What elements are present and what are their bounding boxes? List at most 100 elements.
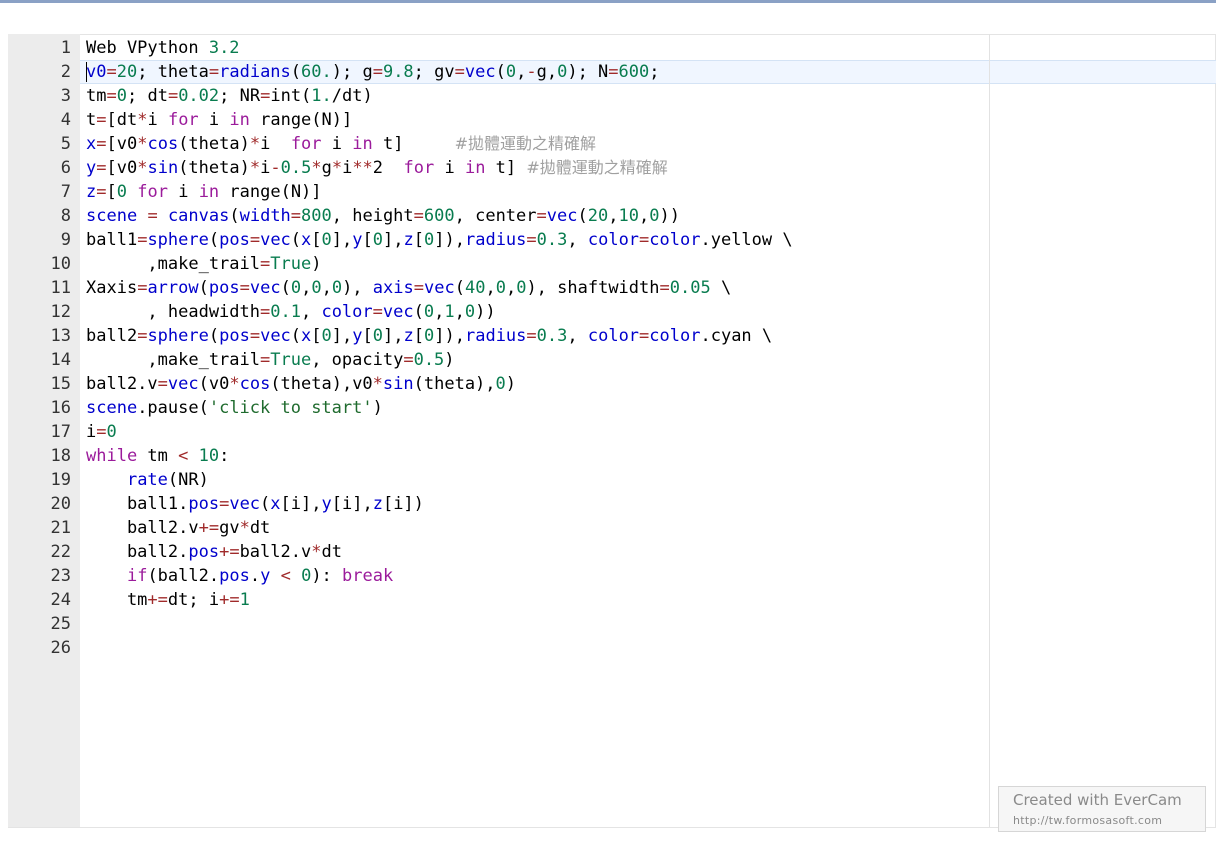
code-token: ,	[321, 278, 332, 298]
code-token: axis	[372, 278, 414, 298]
code-token: =	[608, 62, 619, 82]
code-token: v0	[86, 62, 107, 82]
code-token: ))	[475, 302, 496, 322]
code-token: (theta)	[178, 134, 250, 154]
code-token: scene	[86, 398, 138, 418]
code-token: +=	[219, 542, 240, 562]
code-token: 'click to start'	[208, 398, 373, 418]
code-token: (theta),v0	[270, 374, 373, 394]
code-token: )	[372, 398, 383, 418]
code-token: True	[270, 254, 312, 274]
code-token: color	[587, 326, 640, 346]
code-token: (	[280, 278, 291, 298]
code-line[interactable]: tm=0; dt=0.02; NR=int(1./dt)	[86, 84, 373, 108]
code-token: =	[208, 62, 220, 82]
code-token: x	[86, 134, 97, 154]
code-token: for	[403, 158, 435, 178]
code-token: 10	[618, 206, 639, 226]
code-line[interactable]: scene.pause('click to start')	[86, 396, 383, 420]
code-line[interactable]: if(ball2.pos.y < 0): break	[86, 564, 393, 588]
code-token: [i],	[331, 494, 373, 514]
code-line[interactable]: ball2=sphere(pos=vec(x[0],y[0],z[0]),rad…	[86, 324, 772, 348]
code-line[interactable]: v0=20; theta=radians(60.); g=9.8; gv=vec…	[86, 60, 660, 84]
code-line[interactable]: y=[v0*sin(theta)*i-0.5*g*i**2 for i in t…	[86, 156, 668, 180]
code-line[interactable]: z=[0 for i in range(N)]	[86, 180, 322, 204]
code-token: in	[464, 158, 486, 178]
code-line[interactable]: t=[dt*i for i in range(N)]	[86, 108, 352, 132]
code-token: 0	[331, 278, 343, 298]
code-token: 60.	[301, 62, 332, 82]
code-line[interactable]: ball2.v=vec(v0*cos(theta),v0*sin(theta),…	[86, 372, 516, 396]
code-line[interactable]: rate(NR)	[86, 468, 209, 492]
code-token: ,	[434, 302, 445, 322]
code-token: 20	[116, 62, 138, 82]
code-token: ,	[516, 62, 527, 82]
line-number: 5	[60, 134, 71, 154]
code-token: 0	[311, 278, 322, 298]
code-token: scene	[86, 206, 138, 226]
code-token: while	[86, 446, 138, 466]
code-token: 9.8	[382, 62, 414, 82]
code-line[interactable]: while tm < 10:	[86, 444, 229, 468]
code-token: dt	[249, 518, 271, 538]
code-line[interactable]: scene = canvas(width=800, height=600, ce…	[86, 204, 680, 228]
code-token: t	[86, 110, 97, 130]
code-line[interactable]: ball1=sphere(pos=vec(x[0],y[0],z[0]),rad…	[86, 228, 793, 252]
code-token: , height	[331, 206, 414, 226]
code-token: sphere	[147, 326, 209, 346]
code-token: 0	[301, 566, 312, 586]
code-token: ],	[331, 230, 353, 250]
code-token: g,	[536, 62, 558, 82]
code-line[interactable]: tm+=dt; i+=1	[86, 588, 250, 612]
code-token: =	[147, 206, 158, 226]
code-line[interactable]: ball1.pos=vec(x[i],y[i],z[i])	[86, 492, 424, 516]
code-token: i	[86, 422, 97, 442]
code-token: ,	[567, 230, 588, 250]
code-token: (	[290, 230, 302, 250]
code-line[interactable]: , headwidth=0.1, color=vec(0,1,0))	[86, 300, 496, 324]
code-token: \	[710, 278, 732, 298]
code-token: ball2.v	[86, 374, 158, 394]
code-token: ; NR	[219, 86, 261, 106]
code-token: int(	[270, 86, 312, 106]
code-token: break	[342, 566, 394, 586]
code-token: ); N	[567, 62, 609, 82]
code-token: (	[208, 326, 220, 346]
code-token: Web VPython	[86, 38, 209, 58]
code-token: =	[413, 206, 424, 226]
code-token: =	[413, 278, 424, 298]
code-token: .yellow \	[700, 230, 793, 250]
code-line[interactable]: ,make_trail=True, opacity=0.5)	[86, 348, 454, 372]
code-token: g	[321, 158, 332, 178]
code-token: )	[311, 254, 322, 274]
line-number: 25	[50, 614, 71, 634]
code-line[interactable]: Web VPython 3.2	[86, 36, 240, 60]
window-top-border	[0, 0, 1216, 3]
code-token: 0	[290, 278, 302, 298]
code-line[interactable]: ball2.v+=gv*dt	[86, 516, 270, 540]
line-number: 22	[50, 542, 71, 562]
code-line[interactable]: x=[v0*cos(theta)*i for i in t] #拋體運動之精確解	[86, 132, 596, 156]
code-token: Xaxis	[86, 278, 138, 298]
code-line[interactable]: ball2.pos+=ball2.v*dt	[86, 540, 342, 564]
code-token: 0.1	[270, 302, 301, 322]
code-token: 0	[321, 326, 332, 346]
code-token: 0	[557, 62, 568, 82]
code-token: 0.3	[536, 230, 568, 250]
code-line[interactable]: ,make_trail=True)	[86, 252, 321, 276]
code-line[interactable]: Xaxis=arrow(pos=vec(0,0,0), axis=vec(40,…	[86, 276, 731, 300]
code-token: i	[321, 134, 353, 154]
code-line[interactable]: i=0	[86, 420, 117, 444]
code-token: z	[403, 230, 414, 250]
code-token: z	[372, 494, 383, 514]
code-token: radius	[464, 326, 527, 346]
code-token: ball2.	[86, 542, 189, 562]
watermark-url: http://tw.formosasoft.com	[1013, 814, 1163, 827]
line-number: 10	[50, 254, 71, 274]
code-token: color	[649, 326, 701, 346]
code-token: 0	[495, 374, 506, 394]
code-token: True	[270, 350, 312, 370]
